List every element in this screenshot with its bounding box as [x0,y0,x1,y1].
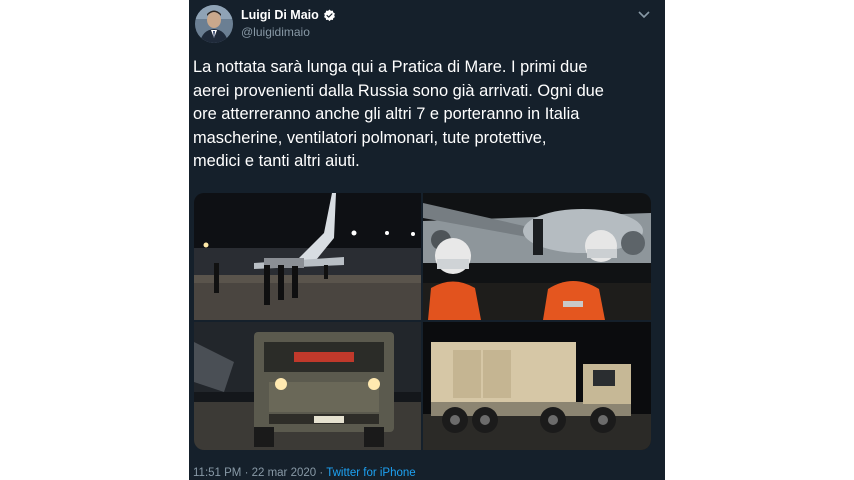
media-grid [194,193,651,450]
tweet-card: Luigi Di Maio @luigidimaio La nottata sa… [189,0,665,480]
chevron-down-icon[interactable] [635,8,653,22]
meta-separator: · [316,467,327,479]
tweet-meta: 11:51 PM · 22 mar 2020 · Twitter for iPh… [193,467,416,479]
author-handle[interactable]: @luigidimaio [241,25,310,39]
photo-container-truck[interactable] [423,322,651,450]
photo-military-truck[interactable] [194,322,421,450]
verified-badge-icon [323,9,336,22]
author-name[interactable]: Luigi Di Maio [241,8,319,22]
avatar[interactable] [195,5,233,43]
tweet-text: La nottata sarà lunga qui a Pratica di M… [193,58,604,170]
photo-aircraft-tarmac[interactable] [194,193,421,320]
photo-crew-aircraft[interactable] [423,193,651,320]
tweet-header: Luigi Di Maio @luigidimaio [189,0,665,50]
tweet-timestamp[interactable]: 11:51 PM · 22 mar 2020 [193,467,316,479]
tweet-source-link[interactable]: Twitter for iPhone [326,467,415,479]
